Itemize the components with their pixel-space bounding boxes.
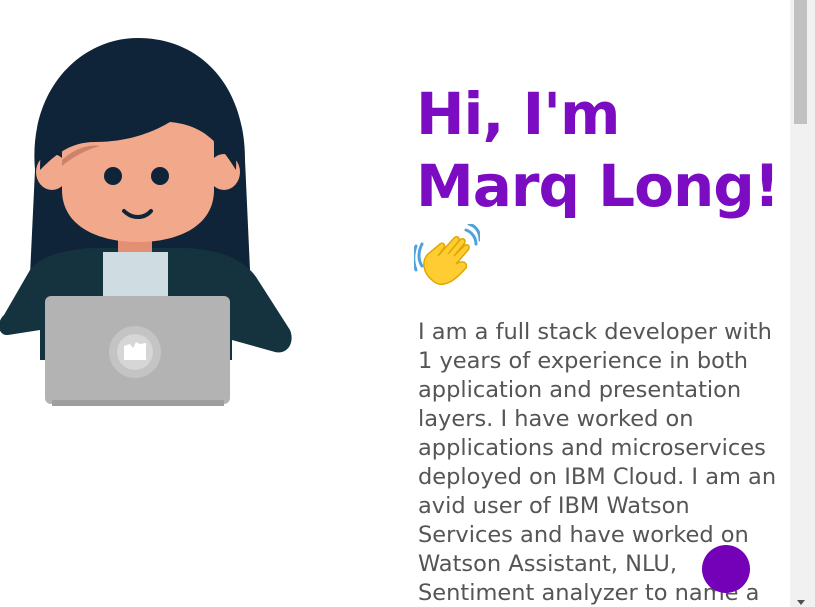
right-eye: [151, 167, 169, 185]
left-eye: [104, 167, 122, 185]
floating-action-button[interactable]: [702, 545, 750, 593]
page-viewport: Hi, I'm Marq Long! I am a full stack dev…: [0, 0, 790, 607]
shirt: [103, 252, 168, 298]
greeting-line-1: Hi, I'm: [416, 80, 620, 148]
hero-heading: Hi, I'm Marq Long!: [416, 78, 786, 222]
scrollbar-thumb[interactable]: [794, 0, 807, 124]
vertical-scrollbar[interactable]: [790, 0, 815, 607]
scroll-down-arrow-icon[interactable]: [797, 600, 805, 605]
developer-illustration: [0, 38, 292, 406]
waving-hand-icon: [414, 224, 480, 286]
laptop-base: [52, 400, 224, 406]
greeting-line-2: Marq Long!: [416, 152, 780, 220]
